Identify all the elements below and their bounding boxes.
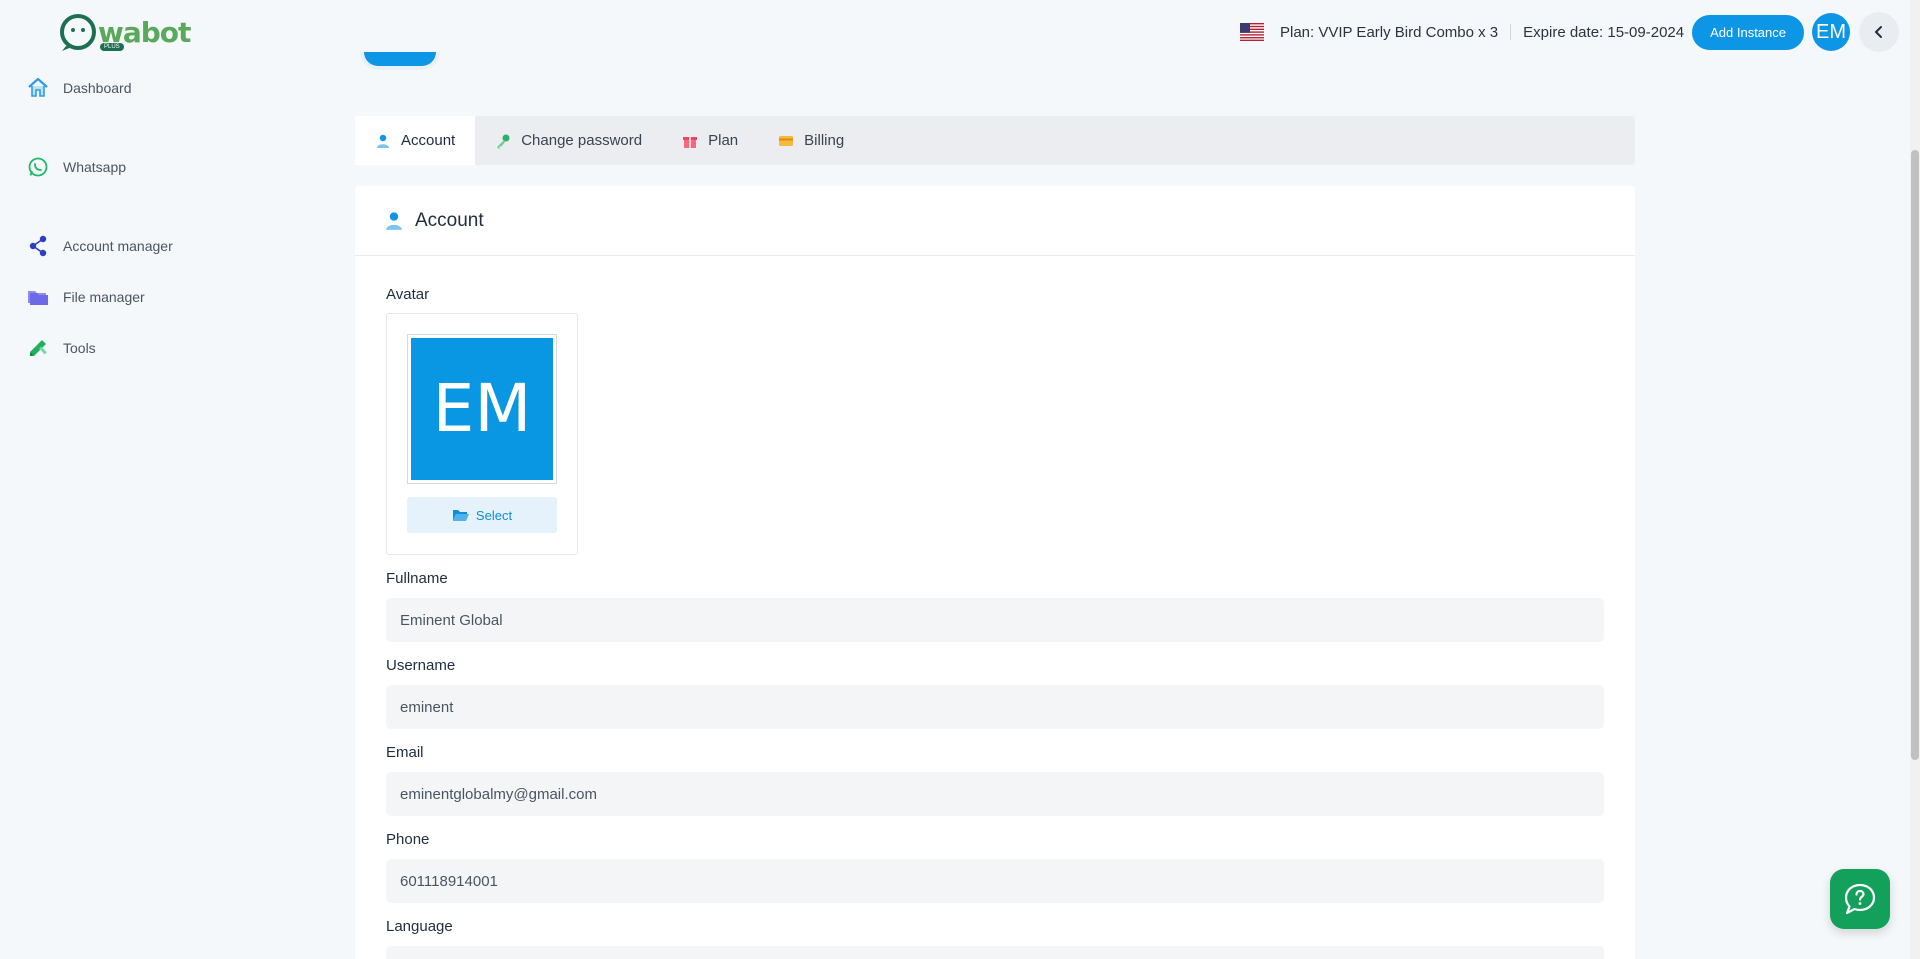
fullname-field[interactable]: Eminent Global: [386, 598, 1604, 642]
sidebar-item-label: Dashboard: [63, 80, 132, 96]
us-flag-icon[interactable]: [1240, 23, 1264, 41]
pencil-ruler-icon: [30, 340, 47, 356]
account-tabs: Account Change password Plan Billing: [355, 116, 1635, 165]
phone-field[interactable]: 601118914001: [386, 859, 1604, 903]
card-title: Account: [415, 209, 484, 231]
collapse-sidebar-button[interactable]: [1859, 12, 1899, 52]
tab-billing[interactable]: Billing: [758, 116, 864, 165]
logo-tag: PLUS: [100, 43, 124, 51]
user-icon: [377, 134, 389, 148]
wabot-logo[interactable]: wabot PLUS: [58, 12, 191, 52]
tab-plan[interactable]: Plan: [662, 116, 758, 165]
chat-question-icon: [1844, 883, 1876, 915]
logo-chat-icon: [60, 14, 96, 51]
tab-label: Account: [401, 132, 456, 149]
expire-date-text: Expire date: 15-09-2024: [1523, 23, 1685, 41]
fullname-label: Fullname: [386, 570, 448, 587]
tab-label: Plan: [708, 132, 739, 149]
top-header: wabot PLUS Plan: VVIP Early Bird Combo x…: [0, 0, 1920, 64]
tab-change-password[interactable]: Change password: [475, 116, 662, 165]
tab-label: Change password: [521, 132, 643, 149]
key-icon: [497, 134, 510, 149]
user-avatar[interactable]: EM: [1812, 13, 1850, 51]
tab-account[interactable]: Account: [355, 116, 476, 165]
folder-open-icon: [452, 510, 469, 521]
plan-text: Plan: VVIP Early Bird Combo x 3: [1280, 23, 1499, 41]
folder-icon: [28, 291, 48, 305]
chevron-left-icon: [1874, 26, 1882, 38]
sidebar-item-label: Tools: [63, 340, 96, 356]
avatar-image: EM: [411, 338, 553, 480]
sidebar-item-label: Account manager: [63, 238, 173, 254]
share-nodes-icon: [29, 235, 47, 257]
whatsapp-icon: [28, 157, 48, 177]
select-label: Select: [475, 507, 513, 523]
avatar-label: Avatar: [386, 286, 430, 303]
add-instance-button[interactable]: Add Instance: [1692, 14, 1804, 50]
sidebar-item-whatsapp[interactable]: Whatsapp: [26, 155, 126, 179]
select-avatar-button[interactable]: Select: [407, 497, 557, 533]
sidebar-item-tools[interactable]: Tools: [26, 336, 96, 360]
username-field[interactable]: eminent: [386, 685, 1604, 729]
sidebar-item-label: Whatsapp: [63, 159, 127, 175]
sidebar-item-file-manager[interactable]: File manager: [26, 285, 145, 309]
language-label: Language: [386, 918, 453, 935]
help-chat-button[interactable]: [1830, 869, 1890, 929]
avatar-upload-box: EM Select: [386, 313, 578, 555]
username-label: Username: [386, 657, 456, 674]
sidebar-item-account-manager[interactable]: Account manager: [26, 234, 173, 258]
user-icon: [386, 211, 402, 230]
header-right: Plan: VVIP Early Bird Combo x 3 Expire d…: [1240, 12, 1899, 52]
email-field[interactable]: eminentglobalmy@gmail.com: [386, 772, 1604, 816]
avatar-preview: EM: [407, 334, 557, 484]
account-card: Account Avatar EM Select Fullname Eminen…: [355, 186, 1635, 959]
sidebar-item-label: File manager: [63, 289, 145, 305]
email-label: Email: [386, 744, 424, 761]
header-divider: [1510, 24, 1512, 40]
card-header: Account: [355, 186, 1635, 256]
gift-icon: [683, 136, 698, 148]
sidebar: Dashboard Whatsapp Account manager File …: [0, 64, 340, 959]
home-icon: [28, 77, 48, 97]
phone-label: Phone: [386, 831, 430, 848]
partial-top-button[interactable]: [360, 52, 440, 70]
sidebar-item-dashboard[interactable]: Dashboard: [26, 76, 132, 100]
credit-card-icon: [779, 135, 794, 146]
tab-label: Billing: [804, 132, 845, 149]
page-scrollbar-thumb[interactable]: [1911, 150, 1919, 760]
language-select[interactable]: [386, 946, 1604, 959]
